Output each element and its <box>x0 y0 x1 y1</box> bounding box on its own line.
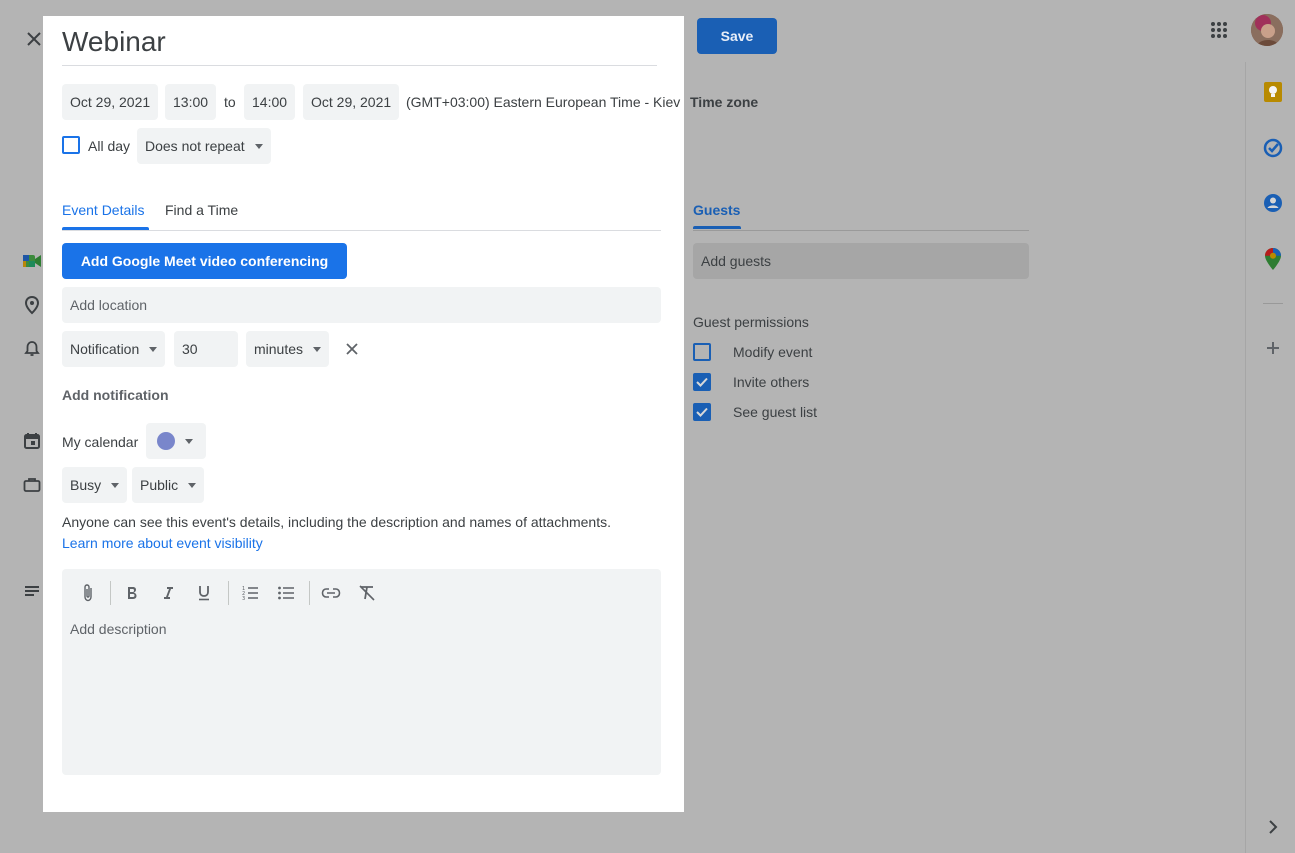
tab-event-details[interactable]: Event Details <box>62 202 144 218</box>
contacts-icon[interactable] <box>1262 192 1284 214</box>
save-button[interactable]: Save <box>697 18 777 54</box>
calendar-color-dropdown[interactable] <box>146 423 206 459</box>
chevron-right-icon[interactable] <box>1262 816 1284 838</box>
guests-tab-divider <box>693 230 1029 231</box>
bold-icon[interactable] <box>122 583 142 603</box>
toolbar-separator <box>309 581 310 605</box>
clear-formatting-icon[interactable] <box>357 583 377 603</box>
chevron-down-icon <box>111 482 120 488</box>
keep-icon[interactable] <box>1262 81 1284 103</box>
maps-icon[interactable] <box>1262 248 1284 270</box>
start-date-text: Oct 29, 2021 <box>70 94 151 110</box>
location-pin-icon <box>22 295 42 315</box>
end-time-chip[interactable]: 14:00 <box>244 84 296 120</box>
avatar[interactable] <box>1251 14 1283 46</box>
toolbar-separator <box>228 581 229 605</box>
toolbar-separator <box>110 581 111 605</box>
description-placeholder: Add description <box>70 621 167 637</box>
calendar-color-swatch <box>157 432 175 450</box>
calendar-name: My calendar <box>62 434 139 450</box>
see-guest-list-label: See guest list <box>733 404 818 420</box>
invite-others-label: Invite others <box>733 374 810 390</box>
attachment-icon[interactable] <box>78 583 98 603</box>
busy-value: Busy <box>70 477 102 493</box>
modify-event-label: Modify event <box>733 344 813 360</box>
chevron-down-icon <box>185 438 193 444</box>
bell-icon <box>22 339 42 359</box>
modify-event-checkbox[interactable] <box>693 343 711 361</box>
chevron-down-icon <box>254 143 263 149</box>
to-label: to <box>224 94 236 110</box>
guest-permissions-title: Guest permissions <box>693 314 809 330</box>
tab-guests[interactable]: Guests <box>693 202 740 218</box>
right-rail-divider <box>1245 62 1246 853</box>
add-guests-placeholder: Add guests <box>701 253 772 269</box>
briefcase-icon <box>22 475 42 495</box>
all-day-label: All day <box>88 138 131 154</box>
end-date-chip[interactable]: Oct 29, 2021 <box>303 84 400 120</box>
start-time-text: 13:00 <box>173 94 209 110</box>
visibility-note: Anyone can see this event's details, inc… <box>62 514 612 530</box>
repeat-value: Does not repeat <box>145 138 245 154</box>
underline-icon[interactable] <box>194 583 214 603</box>
end-date-text: Oct 29, 2021 <box>311 94 392 110</box>
bulleted-list-icon[interactable] <box>276 583 296 603</box>
busy-dropdown[interactable]: Busy <box>62 467 128 503</box>
link-icon[interactable] <box>321 583 341 603</box>
add-google-meet-button[interactable]: Add Google Meet video conferencing <box>62 243 347 279</box>
google-meet-icon <box>22 251 42 271</box>
timezone-text[interactable]: (GMT+03:00) Eastern European Time - Kiev <box>406 94 681 110</box>
tabs-divider <box>62 230 661 231</box>
svg-text:3: 3 <box>242 596 245 601</box>
description-editor: 123 Add description <box>62 569 661 775</box>
see-guest-list-checkbox[interactable] <box>693 403 711 421</box>
chevron-down-icon <box>188 482 197 488</box>
notification-unit-dropdown[interactable]: minutes <box>246 331 330 367</box>
add-guests-input[interactable]: Add guests <box>693 243 1029 279</box>
visibility-value: Public <box>140 477 179 493</box>
notification-type-value: Notification <box>70 341 140 357</box>
event-title-text: Webinar <box>62 26 166 57</box>
all-day-checkbox[interactable] <box>62 136 80 154</box>
description-input[interactable]: Add description <box>62 613 661 775</box>
italic-icon[interactable] <box>158 583 178 603</box>
location-placeholder: Add location <box>70 297 148 313</box>
start-date-chip[interactable]: Oct 29, 2021 <box>62 84 159 120</box>
repeat-dropdown[interactable]: Does not repeat <box>137 128 271 164</box>
close-icon[interactable] <box>24 29 44 49</box>
end-time-text: 14:00 <box>252 94 288 110</box>
description-lines-icon <box>22 582 42 602</box>
add-addon-icon[interactable] <box>1262 337 1284 359</box>
apps-grid-icon[interactable] <box>1209 20 1229 40</box>
guests-tab-indicator <box>693 226 741 229</box>
chevron-down-icon <box>313 346 322 352</box>
event-details-panel: Webinar Oct 29, 2021 13:00 to 14:00 Oct … <box>43 16 684 812</box>
time-zone-link[interactable]: Time zone <box>690 94 758 110</box>
start-time-chip[interactable]: 13:00 <box>165 84 217 120</box>
remove-notification-icon[interactable] <box>343 340 361 358</box>
notification-amount-value: 30 <box>182 341 198 357</box>
visibility-learn-more-link[interactable]: Learn more about event visibility <box>62 535 263 551</box>
notification-type-dropdown[interactable]: Notification <box>62 331 166 367</box>
chevron-down-icon <box>149 346 158 352</box>
notification-unit-value: minutes <box>254 341 304 357</box>
visibility-dropdown[interactable]: Public <box>132 467 205 503</box>
event-title-input[interactable]: Webinar <box>62 20 657 66</box>
notification-amount-input[interactable]: 30 <box>174 331 238 367</box>
tab-find-a-time[interactable]: Find a Time <box>165 202 238 218</box>
rail-separator <box>1263 303 1283 304</box>
invite-others-checkbox[interactable] <box>693 373 711 391</box>
add-notification-link[interactable]: Add notification <box>62 387 169 403</box>
location-input[interactable]: Add location <box>62 287 661 323</box>
tasks-icon[interactable] <box>1262 137 1284 159</box>
calendar-icon <box>22 431 42 451</box>
numbered-list-icon[interactable]: 123 <box>240 583 260 603</box>
